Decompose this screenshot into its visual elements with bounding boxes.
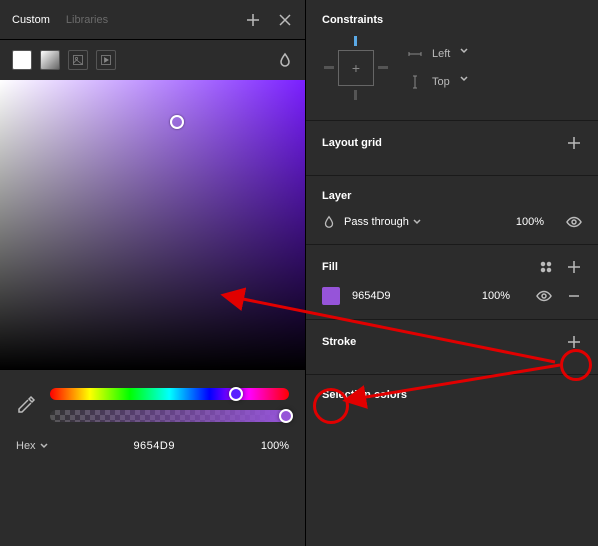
stroke-section: Stroke	[306, 320, 598, 375]
constraints-widget[interactable]: +	[322, 34, 390, 102]
chevron-down-icon	[40, 442, 48, 450]
constraints-section: Constraints + Left Top	[306, 0, 598, 121]
fill-hex-input[interactable]: 9654D9	[352, 290, 391, 302]
fill-section: Fill 9654D9 100%	[306, 245, 598, 320]
hue-slider[interactable]	[50, 388, 289, 400]
eyedropper-button[interactable]	[16, 395, 36, 415]
close-button[interactable]	[277, 12, 293, 28]
layer-section: Layer Pass through 100%	[306, 176, 598, 245]
horizontal-icon	[408, 47, 422, 61]
add-stroke-button[interactable]	[566, 334, 582, 350]
chevron-down-icon	[413, 218, 421, 226]
plus-icon: +	[352, 60, 360, 76]
fill-type-solid[interactable]	[12, 50, 32, 70]
opacity-slider[interactable]	[50, 410, 289, 422]
blend-mode-select[interactable]: Pass through	[344, 216, 421, 228]
layer-visibility-toggle[interactable]	[566, 214, 582, 230]
layer-opacity-input[interactable]: 100%	[516, 216, 544, 228]
fill-color-swatch[interactable]	[322, 287, 340, 305]
color-picker-panel: Custom Libraries	[0, 0, 305, 546]
color-canvas[interactable]	[0, 80, 305, 370]
remove-fill-button[interactable]	[566, 288, 582, 304]
constraint-horizontal-select[interactable]: Left	[408, 47, 474, 61]
constraint-v-label: Top	[432, 76, 450, 88]
fill-type-video[interactable]	[96, 50, 116, 70]
fill-visibility-toggle[interactable]	[536, 288, 552, 304]
tab-custom[interactable]: Custom	[12, 14, 50, 26]
fill-type-image[interactable]	[68, 50, 88, 70]
fill-type-linear[interactable]	[40, 50, 60, 70]
color-mode-label: Hex	[16, 440, 36, 452]
opacity-thumb[interactable]	[279, 409, 293, 423]
fill-styles-button[interactable]	[538, 259, 554, 275]
selection-colors-title: Selection colors	[322, 389, 407, 401]
layer-title: Layer	[322, 190, 582, 202]
layout-grid-title: Layout grid	[322, 137, 382, 149]
blend-mode-icon[interactable]	[277, 52, 293, 68]
picker-header: Custom Libraries	[0, 0, 305, 40]
fill-type-row	[0, 40, 305, 80]
blend-mode-label: Pass through	[344, 216, 409, 228]
fill-opacity-input[interactable]: 100%	[482, 290, 510, 302]
color-value-row: Hex 9654D9 100%	[0, 432, 305, 466]
add-fill-button[interactable]	[566, 259, 582, 275]
add-layout-grid-button[interactable]	[566, 135, 582, 151]
constraint-vertical-select[interactable]: Top	[408, 75, 474, 89]
droplet-icon	[322, 215, 336, 229]
properties-panel: Constraints + Left Top Layo	[305, 0, 598, 546]
vertical-icon	[408, 75, 422, 89]
fill-row: 9654D9 100%	[322, 287, 582, 305]
constraints-title: Constraints	[322, 14, 582, 26]
constraint-h-label: Left	[432, 48, 450, 60]
chevron-down-icon	[460, 75, 474, 89]
stroke-title: Stroke	[322, 336, 356, 348]
chevron-down-icon	[460, 47, 474, 61]
sliders-row	[0, 370, 305, 432]
selection-colors-section: Selection colors	[306, 375, 598, 415]
tab-libraries[interactable]: Libraries	[66, 14, 108, 26]
hue-thumb[interactable]	[229, 387, 243, 401]
picker-tabs: Custom Libraries	[12, 14, 245, 26]
fill-title: Fill	[322, 261, 338, 273]
add-style-button[interactable]	[245, 12, 261, 28]
hex-input[interactable]: 9654D9	[58, 440, 251, 452]
color-mode-select[interactable]: Hex	[16, 440, 48, 452]
color-cursor[interactable]	[170, 115, 184, 129]
opacity-input[interactable]: 100%	[261, 440, 289, 452]
layout-grid-section: Layout grid	[306, 121, 598, 176]
